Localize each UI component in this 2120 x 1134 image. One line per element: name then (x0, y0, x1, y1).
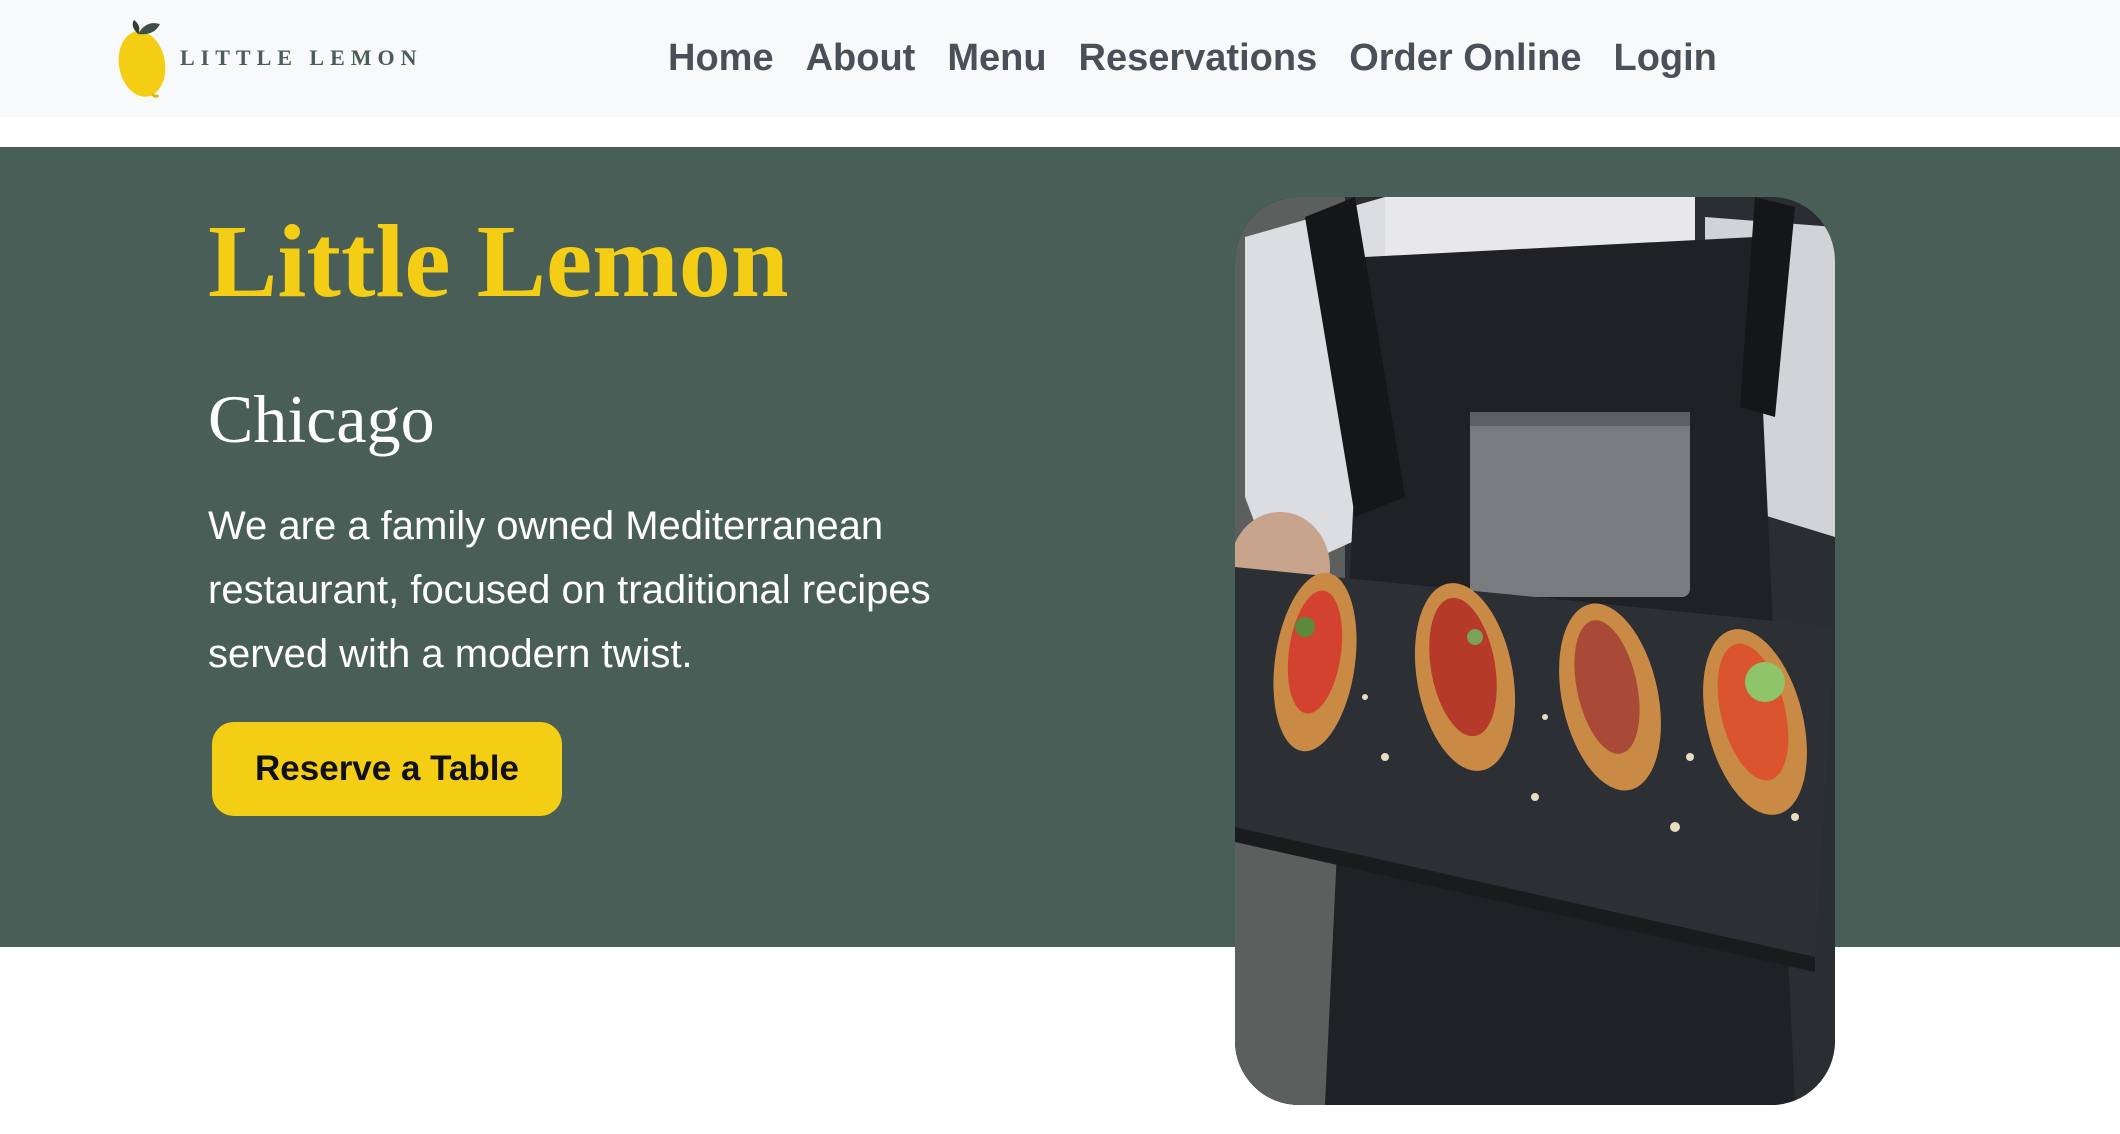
hero-image (1235, 197, 1835, 1105)
waiter-with-appetizers-photo (1235, 197, 1835, 1105)
reserve-table-button[interactable]: Reserve a Table (212, 722, 562, 816)
site-header: LITTLE LEMON Home About Menu Reservation… (0, 0, 2120, 117)
nav-reservations-link[interactable]: Reservations (1079, 30, 1318, 86)
nav-about-link[interactable]: About (806, 30, 916, 86)
hero-city: Chicago (208, 381, 435, 457)
main-nav: Home About Menu Reservations Order Onlin… (668, 30, 1717, 86)
hero-description: We are a family owned Mediterranean rest… (208, 504, 931, 676)
brand-wordmark: LITTLE LEMON (180, 45, 423, 70)
nav-home-link[interactable]: Home (668, 30, 774, 86)
lemon-icon (118, 20, 166, 98)
nav-menu-link[interactable]: Menu (947, 30, 1046, 86)
nav-order-online-link[interactable]: Order Online (1349, 30, 1581, 86)
hero-title: Little Lemon (208, 204, 789, 319)
brand-logo[interactable]: LITTLE LEMON (116, 16, 436, 100)
nav-login-link[interactable]: Login (1613, 30, 1716, 86)
